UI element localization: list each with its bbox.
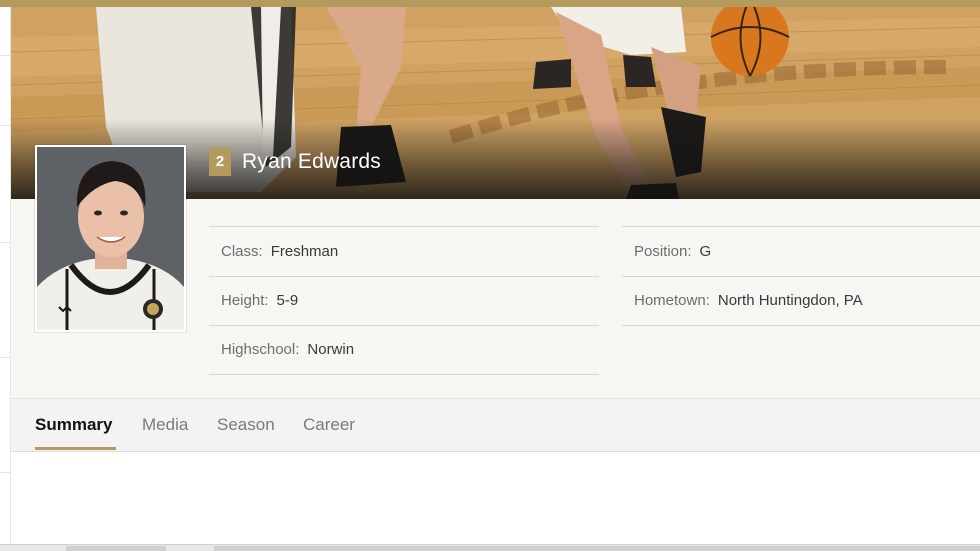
rail-divider [0, 125, 10, 126]
headshot-photo [37, 147, 184, 330]
player-name: Ryan Edwards [242, 150, 381, 173]
bio-row-height: Height: 5-9 [209, 276, 599, 326]
class-label: Class: [221, 243, 263, 260]
bio-row-class: Class: Freshman [209, 226, 599, 277]
left-rail [0, 0, 11, 551]
height-label: Height: [221, 292, 269, 309]
tab-media[interactable]: Media [142, 399, 188, 451]
bio-row-position: Position: G [622, 226, 980, 277]
rail-divider [0, 55, 10, 56]
jersey-number-badge: 2 [209, 147, 231, 176]
position-value: G [699, 243, 712, 260]
tab-season[interactable]: Season [217, 399, 275, 451]
position-label: Position: [634, 243, 692, 260]
profile-tabs: Summary Media Season Career [11, 398, 980, 452]
horizontal-scrollbar[interactable] [0, 544, 980, 551]
hometown-value: North Huntingdon, PA [717, 292, 863, 309]
hometown-label: Hometown: [634, 292, 710, 309]
scrollbar-thumb[interactable] [214, 546, 980, 551]
class-value: Freshman [270, 243, 339, 260]
rail-divider [0, 242, 10, 243]
highschool-label: Highschool: [221, 341, 300, 358]
active-tab-indicator [35, 447, 116, 450]
roster-profile-page: 2 Ryan Edwards Class: Freshman Height: 5… [0, 0, 980, 551]
tab-career[interactable]: Career [303, 399, 355, 451]
player-headshot [35, 145, 186, 332]
bio-row-highschool: Highschool: Norwin [209, 325, 599, 375]
highschool-value: Norwin [307, 341, 355, 358]
height-value: 5-9 [276, 292, 299, 309]
rail-divider [0, 357, 10, 358]
bio-row-hometown: Hometown: North Huntingdon, PA [622, 276, 980, 326]
scrollbar-segment[interactable] [66, 546, 166, 551]
tab-summary[interactable]: Summary [35, 399, 112, 451]
rail-divider [0, 472, 10, 473]
top-accent-bar [0, 0, 980, 7]
